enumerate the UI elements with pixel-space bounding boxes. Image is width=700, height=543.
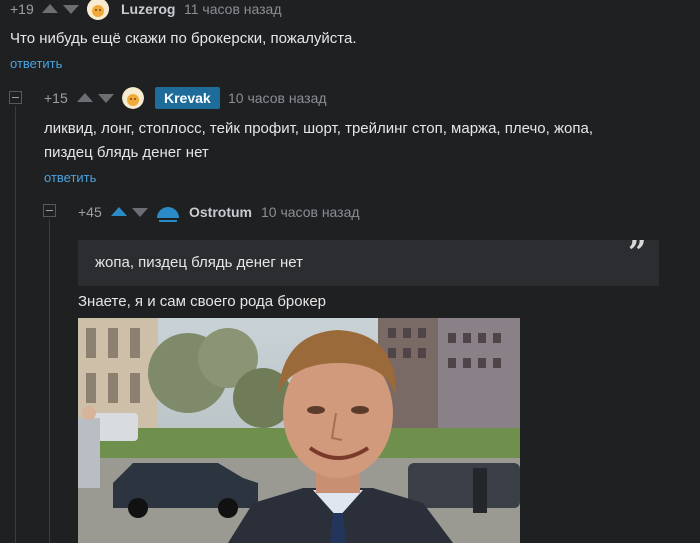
collapse-toggle[interactable] <box>43 204 56 217</box>
quote-icon: ” <box>628 233 647 271</box>
comment-image[interactable] <box>78 318 520 543</box>
reply-link[interactable]: ответить <box>10 56 62 71</box>
avatar[interactable] <box>122 87 144 109</box>
upvote-icon[interactable] <box>111 207 127 216</box>
collapse-toggle[interactable] <box>9 91 22 104</box>
comment-rating: +19 <box>10 1 34 17</box>
comment-text-line: пиздец блядь денег нет <box>44 144 209 161</box>
avatar[interactable] <box>156 201 180 223</box>
author-badge[interactable]: Krevak <box>155 87 220 109</box>
upvote-icon[interactable] <box>77 93 93 102</box>
downvote-icon[interactable] <box>98 94 114 103</box>
reply-link[interactable]: ответить <box>44 170 96 185</box>
avatar[interactable] <box>87 0 109 20</box>
comment-author[interactable]: Ostrotum <box>189 204 252 220</box>
upvote-icon[interactable] <box>42 4 58 13</box>
thread-line[interactable] <box>15 106 16 543</box>
comment-text: Знаете, я и сам своего рода брокер <box>78 293 327 310</box>
comment-time[interactable]: 10 часов назад <box>261 204 360 220</box>
thread-line[interactable] <box>49 219 50 543</box>
comment-rating: +45 <box>78 204 102 220</box>
downvote-icon[interactable] <box>132 208 148 217</box>
downvote-icon[interactable] <box>63 5 79 14</box>
quote-text: жопа, пиздец блядь денег нет <box>95 254 303 271</box>
comment-time[interactable]: 10 часов назад <box>228 90 327 106</box>
comment-text: Что нибудь ещё скажи по брокерски, пожал… <box>10 30 357 47</box>
comment-rating: +15 <box>44 90 68 106</box>
comment-time[interactable]: 11 часов назад <box>184 1 282 17</box>
comment-author[interactable]: Luzerog <box>121 1 175 17</box>
comment-text-line: ликвид, лонг, стоплосс, тейк профит, шор… <box>44 120 593 137</box>
